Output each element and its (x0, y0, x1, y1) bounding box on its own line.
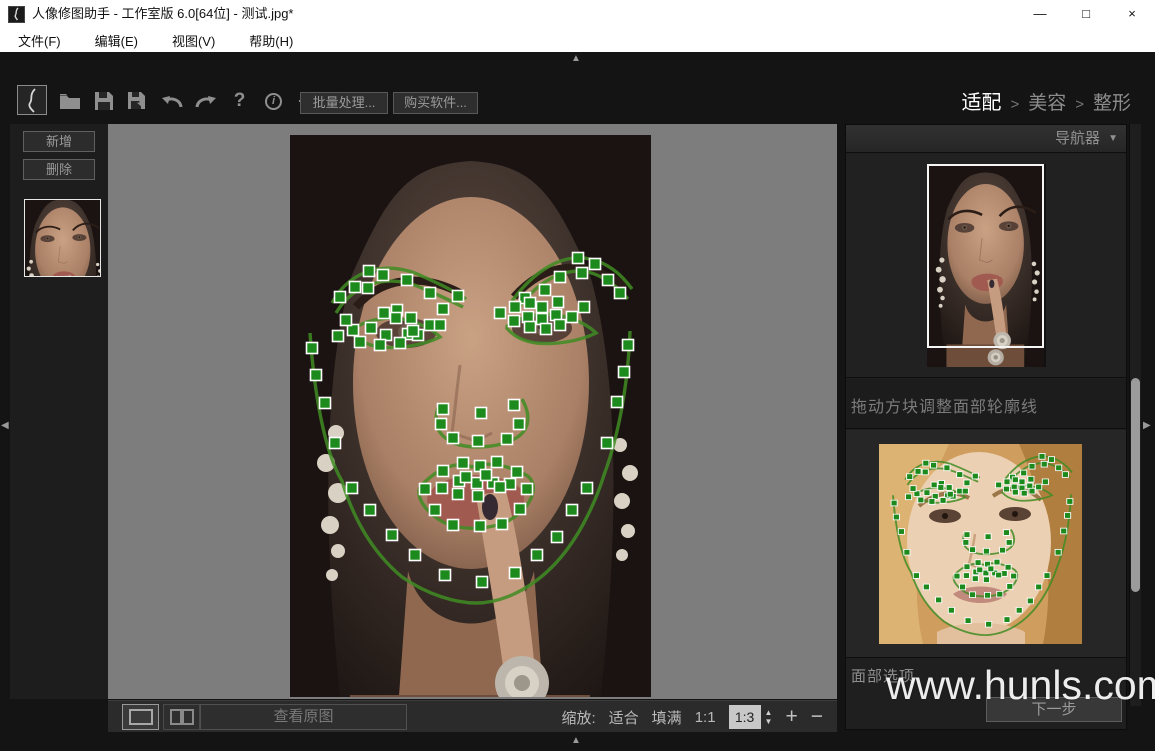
save-icon[interactable] (92, 90, 115, 113)
split-vertical-button[interactable] (163, 704, 200, 730)
add-face-button[interactable]: 新增 (23, 131, 95, 152)
example-face-image (879, 444, 1082, 644)
instruction-row: 拖动方块调整面部轮廓线 (846, 379, 1126, 429)
window-title: 人像修图助手 - 工作室版 6.0[64位] - 测试.jpg* (32, 0, 294, 28)
view-original-button[interactable]: 查看原图 (200, 704, 407, 730)
zoom-actual-button[interactable]: 1:1 (695, 709, 716, 726)
step-separator: > (1010, 96, 1019, 113)
title-bar: 人像修图助手 - 工作室版 6.0[64位] - 测试.jpg* — □ × (0, 0, 1155, 28)
collapse-left-arrow[interactable]: ◀ (1, 421, 9, 431)
bottom-toolbar: 查看原图 缩放: 适合 填满 1:1 1:3 ▲ ▼ + − (108, 700, 837, 732)
zoom-in-button[interactable]: + (785, 707, 797, 727)
navigator-header[interactable]: 导航器 ▼ (846, 125, 1126, 153)
right-scrollbar-thumb[interactable] (1131, 378, 1140, 592)
zoom-controls: 缩放: 适合 填满 1:1 1:3 ▲ ▼ + − (561, 701, 823, 733)
chevron-down-icon: ▼ (1108, 125, 1118, 153)
spinner-down-icon: ▼ (765, 718, 773, 726)
help-icon[interactable]: ? (228, 90, 251, 113)
left-sidebar: 新增 删除 (10, 124, 108, 699)
face-thumbnail[interactable] (24, 199, 101, 277)
right-panel: 导航器 ▼ 拖动方块调整面部轮廓线 (845, 124, 1127, 730)
step-beauty[interactable]: 美容 (1028, 88, 1066, 115)
collapse-top-arrow[interactable]: ▲ (571, 54, 581, 64)
navigator-title: 导航器 (1055, 125, 1100, 153)
collapse-bottom-arrow[interactable]: ▲ (571, 736, 581, 746)
zoom-fill-button[interactable]: 填满 (652, 707, 682, 728)
zoom-spinner[interactable]: ▲ ▼ (765, 709, 773, 726)
maximize-button[interactable]: □ (1063, 0, 1109, 28)
instruction-text: 拖动方块调整面部轮廓线 (851, 393, 1038, 417)
tool-logo-button[interactable] (17, 85, 47, 115)
batch-process-button[interactable]: 批量处理... (300, 92, 388, 114)
redo-icon[interactable] (194, 90, 217, 113)
portrait-photo-with-landmarks[interactable] (290, 135, 651, 697)
open-folder-icon[interactable] (58, 90, 81, 113)
watermark-text: www.hunls.com (886, 662, 1155, 709)
menu-help[interactable]: 帮助(H) (249, 31, 293, 50)
info-icon[interactable]: i (262, 90, 285, 113)
image-canvas[interactable] (108, 124, 837, 699)
step-fit[interactable]: 适配 (961, 86, 1001, 115)
zoom-value-field[interactable]: 1:3 (729, 705, 761, 729)
menu-bar: 文件(F) 编辑(E) 视图(V) 帮助(H) (0, 28, 1155, 52)
menu-view[interactable]: 视图(V) (172, 31, 215, 50)
app-logo-icon (8, 6, 25, 23)
menu-edit[interactable]: 编辑(E) (95, 31, 138, 50)
zoom-label: 缩放: (561, 707, 595, 728)
undo-icon[interactable] (160, 90, 183, 113)
save-as-icon[interactable] (126, 90, 149, 113)
right-scrollbar-track[interactable] (1129, 124, 1141, 706)
close-button[interactable]: × (1109, 0, 1155, 28)
delete-face-button[interactable]: 删除 (23, 159, 95, 180)
step-separator: > (1075, 96, 1084, 113)
zoom-fit-button[interactable]: 适合 (609, 707, 639, 728)
zoom-out-button[interactable]: − (811, 707, 823, 727)
app-window: 人像修图助手 - 工作室版 6.0[64位] - 测试.jpg* — □ × 文… (0, 0, 1155, 751)
collapse-right-arrow[interactable]: ▶ (1143, 421, 1151, 431)
spinner-up-icon: ▲ (765, 709, 773, 717)
app-body: ▲ ▲ ◀ ▶ ? i (0, 52, 1155, 751)
menu-file[interactable]: 文件(F) (18, 31, 61, 50)
buy-software-button[interactable]: 购买软件... (393, 92, 478, 114)
single-view-button[interactable] (122, 704, 159, 730)
step-reshape[interactable]: 整形 (1093, 88, 1131, 115)
toolbar: ? i (58, 88, 319, 114)
minimize-button[interactable]: — (1017, 0, 1063, 28)
navigator-box (846, 154, 1126, 378)
example-box (846, 430, 1126, 658)
step-breadcrumb: 适配 > 美容 > 整形 (961, 86, 1131, 115)
navigator-thumbnail[interactable] (927, 164, 1046, 367)
